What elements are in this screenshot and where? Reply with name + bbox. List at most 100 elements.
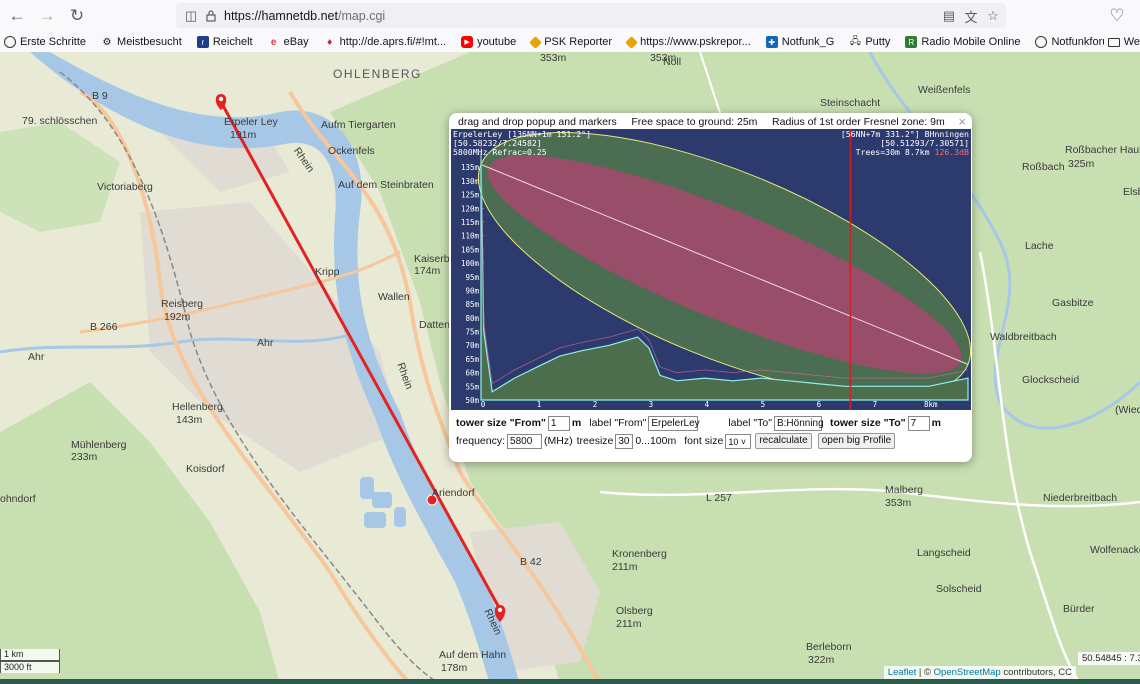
bookmark-aprs[interactable]: ♦ http://de.aprs.fi/#!mt... [320,36,446,48]
y-tick-label: 70m [465,341,479,350]
y-tick-label: 50m [465,396,479,405]
y-tick-label: 115m [461,218,480,227]
profile-popup[interactable]: drag and drop popup and markers Free spa… [449,113,972,462]
y-tick-label: 65m [465,355,479,364]
map-label-noll: Noll [663,56,682,68]
open-big-profile-button[interactable]: open big Profile [817,433,896,449]
scale-km: 1 km [0,649,60,661]
psk-icon [529,35,543,49]
x-tick-label: 3 [649,400,654,409]
translate-icon[interactable]: 文 [962,7,980,25]
browser-window: ← → ↻ ◫ https://hamnetdb.net/map.cgi ▤ 文… [0,0,1140,684]
bookmark-label: youtube [477,36,517,48]
map-label-wied: (Wied) [1115,404,1140,416]
map-label-elev: 211m [612,561,638,573]
other-bookmarks[interactable]: We [1103,32,1140,52]
osm-link[interactable]: OpenStreetMap [934,667,1001,678]
map-label-elsb: Elsb [1123,186,1140,198]
map-label-hellenberg: Hellenberg [172,401,223,413]
y-tick-label: 130m [461,177,480,186]
globe-icon [1035,36,1048,48]
url-bar[interactable]: ◫ https://hamnetdb.net/map.cgi ▤ 文 ☆ [176,3,1006,28]
bookmark-reichelt[interactable]: r Reichelt [193,36,253,48]
reader-view-icon[interactable]: ▤ [940,7,958,25]
label-from-label: label "From" [589,417,647,429]
bookmark-label: http://de.aprs.fi/#!mt... [339,36,447,48]
label-to-input[interactable]: B:Hönning [773,415,824,431]
treesize-label: treesize [576,435,614,447]
fontsize-select[interactable]: 10 ˅ [725,433,752,449]
x-tick-label: 5 [761,400,766,409]
tower-from-input[interactable]: 1 [547,415,570,431]
x-tick-label: 1 [537,400,542,409]
youtube-icon: ▶ [461,36,474,48]
y-tick-label: 105m [461,245,480,254]
back-icon[interactable]: ← [4,3,30,29]
bookmark-label: https://www.pskrepor... [640,36,751,48]
url-path: /map.cgi [337,8,386,23]
map-label-elev: 211m [616,618,642,630]
map-label-ahr: Ahr [28,351,45,363]
map-label-elev: 192m [164,311,191,323]
attribution-sep: | © [916,667,934,678]
fontsize-label: font size [684,435,724,447]
map-label-koisdorf: Koisdorf [186,463,225,475]
map-label-elev: 233m [71,451,98,463]
browser-toolbar: ← → ↻ ◫ https://hamnetdb.net/map.cgi ▤ 文… [0,0,1140,32]
reichelt-icon: r [196,36,209,48]
bookmark-notfunk-g[interactable]: ✚ Notfunk_G [762,36,834,48]
close-icon[interactable]: × [958,114,966,129]
profile-chart: 135m 130m 125m 120m 115m 110m 105m 100m 95m 90m 85… [451,129,971,410]
bookmark-meistbesucht[interactable]: ⚙ Meistbesucht [97,36,182,48]
map-attribution: Leaflet | © OpenStreetMap contributors, … [883,666,1076,679]
y-tick-label: 125m [461,191,480,200]
bookmarks-bar: Erste Schritte ⚙ Meistbesucht r Reichelt e… [0,32,1140,52]
radiomobile-icon: R [905,36,918,48]
bookmark-label: eBay [283,36,309,48]
chart-trees-distance: Trees=30m 8.7km [855,147,930,157]
map-view[interactable]: OHLENBERG 353m 353m Noll Steinschacht We… [0,52,1140,684]
chart-info-right-3: Trees=30m 8.7km 126.3dB [856,148,969,157]
map-label-elev: 322m [808,654,835,666]
bookmark-ebay[interactable]: e eBay [264,36,309,48]
map-label-rossbacher-haub: Roßbacher Haub [1065,144,1140,156]
map-label-ohlenberg: OHLENBERG [333,67,422,81]
label-from-input[interactable]: ErpelerLey [648,415,700,431]
lock-icon[interactable] [202,7,220,25]
map-label-ohndorf: ohndorf [0,493,36,505]
bookmark-putty[interactable]: 🖧 Putty [845,36,891,49]
x-tick-label: 0 [481,400,486,409]
bookmark-pskreporter-url[interactable]: https://www.pskrepor... [623,35,751,49]
tower-to-input[interactable]: 7 [907,415,930,431]
y-tick-label: 110m [461,232,480,241]
bookmark-erste-schritte[interactable]: Erste Schritte [0,36,86,48]
bookmark-youtube[interactable]: ▶ youtube [457,36,516,48]
map-label-reisberg: Reisberg [161,298,204,310]
tower-to-unit: m [931,417,942,429]
map-label-gasbitze: Gasbitze [1052,297,1094,309]
map-label-ariendorf: Ariendorf [432,487,475,499]
x-tick-label: 8km [924,400,938,409]
map-label-elev: 178m [441,662,468,674]
shield-icon[interactable]: ◫ [182,7,200,25]
frequency-input[interactable]: 5800 [507,433,543,449]
map-label-niederbreitbach: Niederbreitbach [1043,492,1118,504]
forward-icon[interactable]: → [34,3,60,29]
recalculate-button[interactable]: recalculate [755,433,812,449]
bookmark-psk-reporter[interactable]: PSK Reporter [527,35,612,49]
y-tick-label: 60m [465,369,479,378]
chart-path-loss: 126.3dB [934,147,969,157]
map-label-schloesschen: 79. schlösschen [22,115,98,127]
map-label-ockenfels: Ockenfels [328,145,375,157]
bookmark-star-icon[interactable]: ☆ [984,7,1002,25]
scale-ft: 3000 ft [0,661,60,673]
bookmark-radio-mobile[interactable]: R Radio Mobile Online [901,36,1020,48]
leaflet-link[interactable]: Leaflet [888,667,917,678]
pocket-icon[interactable]: ♡ [1104,3,1130,29]
reload-icon[interactable]: ↻ [64,3,90,29]
bookmark-label: Radio Mobile Online [921,36,1021,48]
other-bookmarks-label: We [1123,36,1140,48]
map-label-ahr: Ahr [257,337,274,349]
treesize-input[interactable]: 30 [615,433,634,449]
map-label-wallen: Wallen [378,291,410,303]
